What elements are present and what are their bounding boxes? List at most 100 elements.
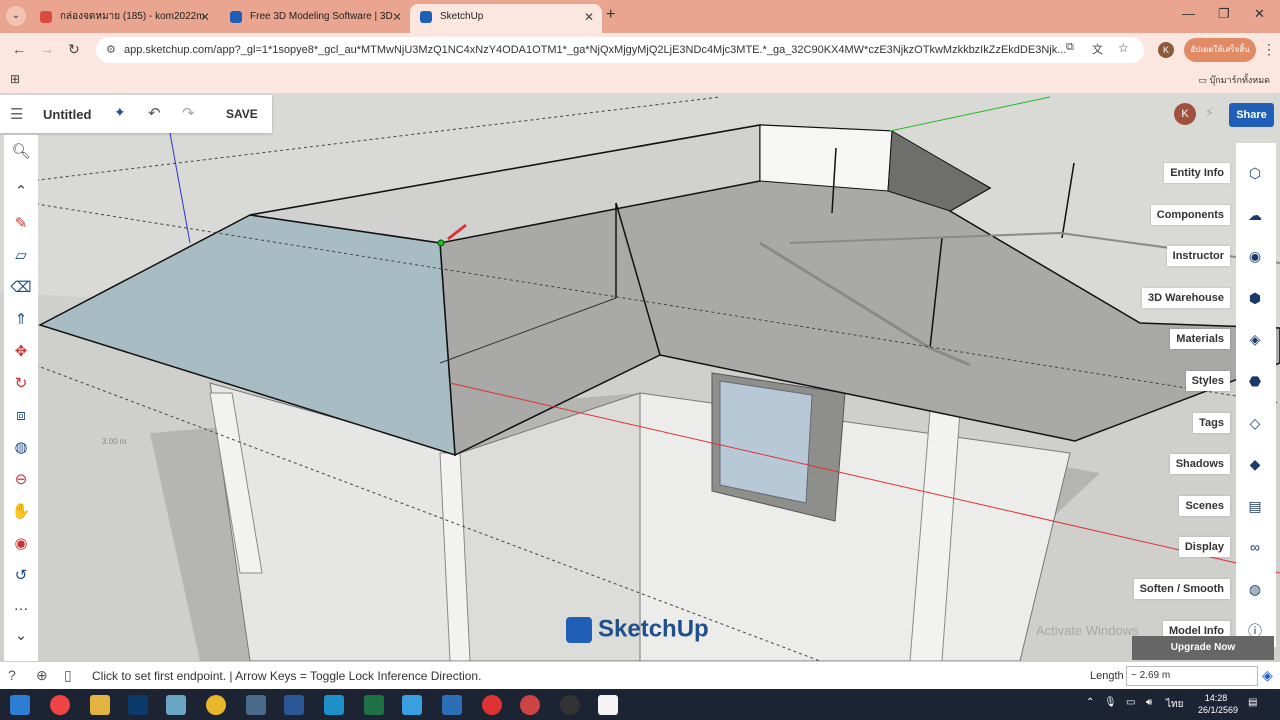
display-icon[interactable]: ∞ <box>1240 532 1270 563</box>
panel-label-soften[interactable]: Soften / Smooth <box>1133 579 1230 599</box>
new-tab-button[interactable]: + <box>606 6 615 24</box>
notepad-icon[interactable] <box>598 695 618 715</box>
eraser-tool-icon[interactable]: ⌫ <box>10 277 32 299</box>
apps-grid-icon[interactable]: ⊞ <box>10 72 20 86</box>
panel-label-materials[interactable]: Materials <box>1170 329 1230 350</box>
panel-label-warehouse[interactable]: 3D Warehouse <box>1141 287 1230 308</box>
vscode-icon[interactable] <box>442 695 462 715</box>
section-tool-icon[interactable]: ⊖ <box>10 469 32 491</box>
tab-sketchup[interactable]: SketchUp ✕ <box>410 4 602 33</box>
push-pull-tool-icon[interactable]: ⇑ <box>10 309 32 331</box>
user-avatar[interactable]: K <box>1174 103 1196 125</box>
entity-info-icon[interactable]: ⬡ <box>1240 158 1270 188</box>
pencil-tool-icon[interactable]: ✎ <box>10 213 32 235</box>
warehouse-icon[interactable]: ⬢ <box>1240 282 1270 313</box>
close-window-icon[interactable]: ✕ <box>1254 6 1265 22</box>
shadows-icon[interactable]: ◆ <box>1240 449 1270 480</box>
minimize-icon[interactable]: — <box>1182 6 1195 21</box>
mic-icon[interactable]: 🎙︎ <box>1104 697 1117 708</box>
photoshop-icon[interactable] <box>128 695 148 715</box>
move-tool-icon[interactable]: ✥ <box>10 341 32 363</box>
length-input[interactable]: ~ 2.69 m <box>1126 666 1258 686</box>
close-tab-icon[interactable]: ✕ <box>392 4 402 30</box>
app-icon[interactable] <box>560 695 580 715</box>
scale-tool-icon[interactable]: ⧈ <box>10 405 32 427</box>
save-button[interactable]: SAVE <box>226 107 258 121</box>
modeling-viewport[interactable]: 3.00 m ☰ Untitled ✦ ↶ ↷ SAVE 🔍︎ ⌃ ✎ ▱ ⌫ … <box>0 93 1280 661</box>
mouse-icon[interactable]: ▯ <box>64 667 72 684</box>
upgrade-now-button[interactable]: Upgrade Now <box>1132 636 1274 660</box>
calculator-icon[interactable] <box>246 695 266 715</box>
redo-icon[interactable]: ↷ <box>182 104 195 122</box>
tape-measure-icon[interactable]: ↺ <box>10 565 32 587</box>
ai-sparkle-icon[interactable]: ✦ <box>114 104 126 121</box>
3d-model-scene[interactable]: 3.00 m <box>0 93 1280 661</box>
close-tab-icon[interactable]: ✕ <box>584 4 594 30</box>
app-icon[interactable] <box>402 695 422 715</box>
search-icon[interactable]: 🔍︎ <box>10 141 32 163</box>
chrome-icon[interactable] <box>50 695 70 715</box>
share-button[interactable]: Share <box>1229 103 1274 127</box>
reload-icon[interactable]: ↻ <box>68 41 80 58</box>
clock[interactable]: 14:28 26/1/2569 <box>1198 692 1238 716</box>
back-icon[interactable]: ← <box>12 41 26 57</box>
hamburger-menu-icon[interactable]: ☰ <box>10 105 23 123</box>
model-title[interactable]: Untitled <box>43 107 91 122</box>
browser-profile-avatar[interactable]: K <box>1158 42 1174 58</box>
windows-start-icon[interactable] <box>10 695 30 715</box>
all-bookmarks-folder[interactable]: ▭ บุ๊กมาร์กทั้งหมด <box>1199 73 1270 87</box>
paint-tool-icon[interactable]: ◍ <box>10 437 32 459</box>
install-app-icon[interactable]: ⧉ <box>1066 41 1074 54</box>
undo-icon[interactable]: ↶ <box>148 104 161 122</box>
panel-label-styles[interactable]: Styles <box>1185 371 1230 391</box>
panel-label-entity-info[interactable]: Entity Info <box>1164 163 1230 183</box>
tab-search-button[interactable]: ⌄ <box>6 6 26 26</box>
word-icon[interactable] <box>284 695 304 715</box>
soften-icon[interactable]: ◍ <box>1240 574 1270 604</box>
materials-icon[interactable]: ◈ <box>1240 324 1270 355</box>
chrome-icon[interactable] <box>482 695 502 715</box>
rectangle-tool-icon[interactable]: ▱ <box>10 245 32 267</box>
position-camera-icon[interactable]: ◉ <box>10 533 32 555</box>
excel-icon[interactable] <box>364 695 384 715</box>
collapse-down-icon[interactable]: ⌄ <box>10 625 32 647</box>
bookmark-star-icon[interactable]: ☆ <box>1118 41 1129 55</box>
styles-icon[interactable]: ⬣ <box>1240 366 1270 396</box>
tab-gmail[interactable]: กล่องจดหมาย (185) - kom2022m ✕ <box>30 4 218 33</box>
rotate-tool-icon[interactable]: ↻ <box>10 373 32 395</box>
close-tab-icon[interactable]: ✕ <box>200 4 210 30</box>
app-icon[interactable] <box>166 695 186 715</box>
scenes-icon[interactable]: ▤ <box>1240 490 1270 521</box>
browser-menu-icon[interactable]: ⋮ <box>1262 41 1276 58</box>
help-icon[interactable]: ? <box>8 667 16 683</box>
network-icon[interactable]: ▭ <box>1126 697 1135 708</box>
chrome-icon[interactable] <box>520 695 540 715</box>
app-icon[interactable] <box>206 695 226 715</box>
language-indicator[interactable]: ไทย <box>1166 697 1183 712</box>
orbit-tool-icon[interactable]: ✋ <box>10 501 32 523</box>
file-explorer-icon[interactable] <box>90 695 110 715</box>
volume-icon[interactable]: 🔊︎ <box>1146 697 1152 708</box>
more-tools-icon[interactable]: … <box>10 595 32 617</box>
panel-label-tags[interactable]: Tags <box>1193 412 1230 433</box>
maximize-icon[interactable]: ❐ <box>1218 6 1230 22</box>
forward-icon[interactable]: → <box>40 41 54 57</box>
components-icon[interactable]: ☁ <box>1240 199 1270 230</box>
app-icon[interactable] <box>324 695 344 715</box>
panel-label-scenes[interactable]: Scenes <box>1179 495 1230 516</box>
tab-free-3d[interactable]: Free 3D Modeling Software | 3D ✕ <box>220 4 410 33</box>
site-info-icon[interactable]: ⚙ <box>106 37 116 63</box>
collapse-up-icon[interactable]: ⌃ <box>10 181 32 203</box>
instructor-icon[interactable]: ◉ <box>1240 241 1270 272</box>
panel-label-instructor[interactable]: Instructor <box>1166 246 1230 267</box>
lightning-icon[interactable]: ⚡︎ <box>1205 105 1214 121</box>
globe-icon[interactable]: ⊕ <box>36 667 48 684</box>
update-browser-button[interactable]: อัปเดตให้เสร็จสิ้น <box>1184 38 1256 62</box>
notifications-icon[interactable]: ▤ <box>1248 697 1257 708</box>
tags-icon[interactable]: ◇ <box>1240 407 1270 438</box>
panel-label-display[interactable]: Display <box>1178 537 1230 558</box>
tray-chevron-icon[interactable]: ⌃ <box>1086 697 1094 708</box>
url-input[interactable]: ⚙ app.sketchup.com/app?_gl=1*1sopye8*_gc… <box>96 37 1144 63</box>
sketchup-status-icon[interactable]: ◈ <box>1262 667 1273 684</box>
translate-icon[interactable]: 文 <box>1092 41 1103 57</box>
